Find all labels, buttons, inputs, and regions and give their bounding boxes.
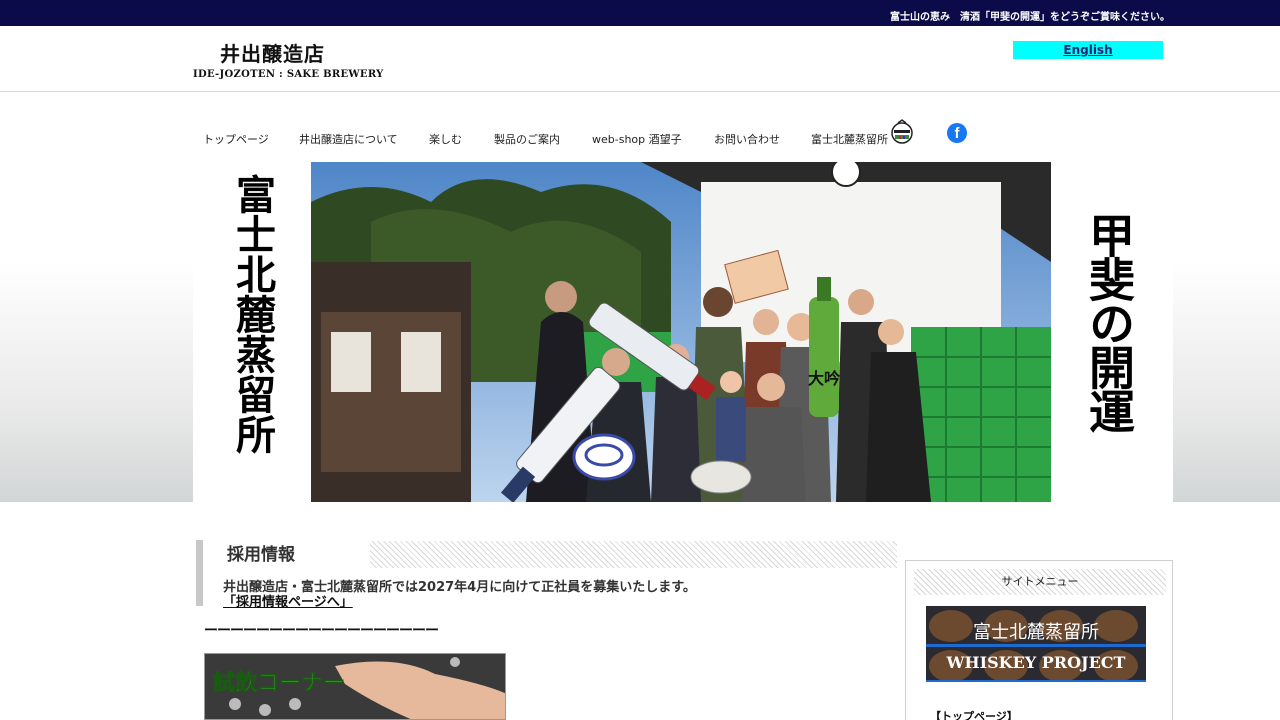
hero-right-panel: 甲斐の開運: [1051, 162, 1173, 502]
hero-left-calligraphy: 富士北麓蒸留所: [229, 174, 276, 454]
nav-item-top[interactable]: トップページ: [203, 131, 269, 147]
english-button[interactable]: English: [1013, 41, 1163, 59]
site-header: 井出醸造店 IDE-JOZOTEN : SAKE BREWERY English: [0, 26, 1280, 92]
whiskey-line2: WHISKEY PROJECT: [946, 653, 1126, 672]
sidebar-title: サイトメニュー: [914, 569, 1166, 595]
nav-item-products[interactable]: 製品のご案内: [494, 131, 560, 147]
sake-bottle-label: 大吟: [808, 369, 840, 388]
recruit-header: 採用情報 井出醸造店・富士北麓蒸留所では2027年4月に向けて正社員を募集いたし…: [196, 540, 897, 610]
site-logo[interactable]: 井出醸造店 IDE-JOZOTEN : SAKE BREWERY: [193, 38, 384, 80]
nav-item-about[interactable]: 井出醸造店について: [299, 131, 398, 147]
sidebar-item-top[interactable]: 【トップページ】: [930, 708, 1018, 720]
divider-dashes: ーーーーーーーーーーーーーーーーーー: [204, 623, 439, 639]
recruit-title: 採用情報: [227, 545, 295, 565]
facebook-icon[interactable]: f: [947, 123, 967, 143]
logo-english: IDE-JOZOTEN : SAKE BREWERY: [193, 69, 384, 80]
nav-item-distillery[interactable]: 富士北麓蒸留所: [811, 131, 888, 147]
hero-photo-illustration: 大吟: [311, 162, 1051, 502]
nav-item-enjoy[interactable]: 楽しむ: [429, 131, 462, 147]
whiskey-line1: 富士北麓蒸留所: [973, 622, 1099, 643]
hero-banner: 富士北麓蒸留所 大吟 甲斐の開運: [193, 162, 1173, 502]
hero-photo: 大吟: [311, 162, 1051, 502]
tasting-corner-banner[interactable]: 試飲コーナー: [204, 653, 506, 720]
recruit-page-link[interactable]: 「採用情報ページへ」: [223, 591, 353, 610]
whiskey-project-banner[interactable]: 富士北麓蒸留所 WHISKEY PROJECT: [926, 606, 1146, 682]
top-tagline: 富士山の恵み 清酒「甲斐の開運」をどうぞご賞味ください。: [890, 12, 1170, 23]
recruit-title-hatch: [370, 541, 897, 568]
top-bar: 富士山の恵み 清酒「甲斐の開運」をどうぞご賞味ください。: [0, 0, 1280, 26]
distillery-emblem-icon[interactable]: [889, 118, 915, 144]
nav-item-contact[interactable]: お問い合わせ: [714, 131, 780, 147]
tasting-corner-image: 試飲コーナー: [205, 654, 505, 719]
tasting-corner-label: 試飲コーナー: [213, 670, 345, 696]
whiskey-project-image: 富士北麓蒸留所 WHISKEY PROJECT: [926, 606, 1146, 682]
hero-right-calligraphy: 甲斐の開運: [1082, 212, 1136, 432]
hero-left-panel: 富士北麓蒸留所: [193, 162, 311, 502]
nav-item-webshop[interactable]: web-shop 酒望子: [592, 131, 682, 147]
logo-japanese: 井出醸造店: [220, 42, 325, 66]
sidebar-menu: サイトメニュー 富士北麓蒸留所 WHISKEY PROJECT 【トップページ】: [905, 560, 1173, 720]
